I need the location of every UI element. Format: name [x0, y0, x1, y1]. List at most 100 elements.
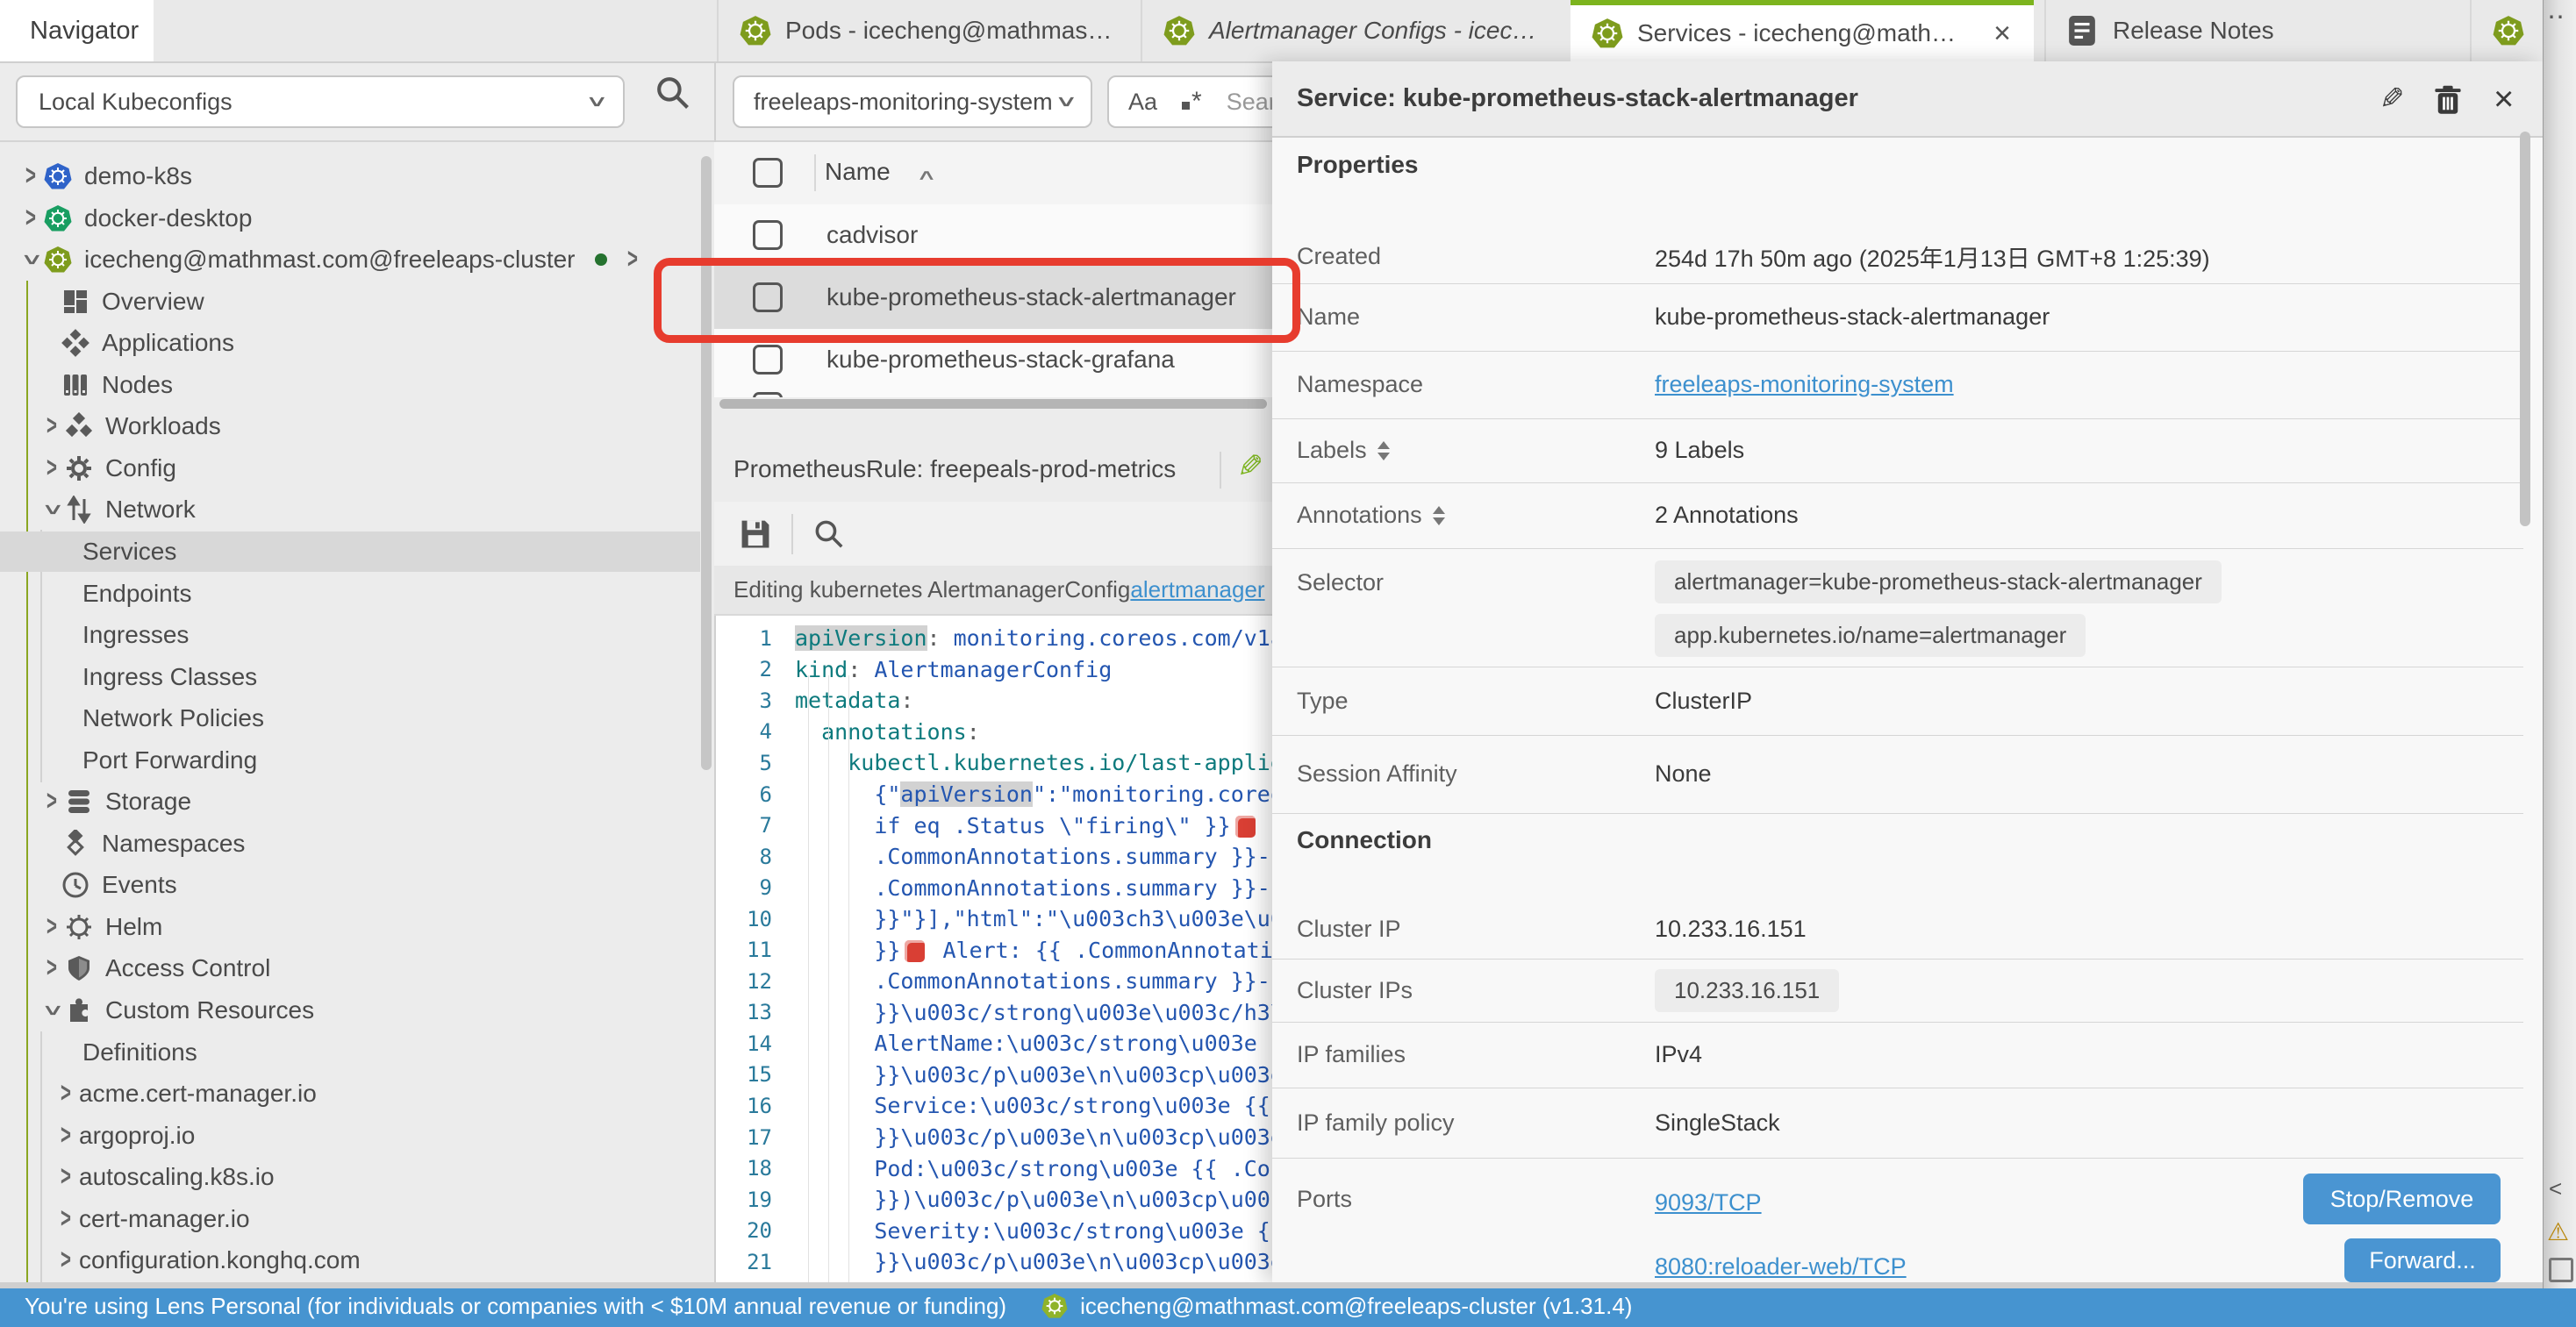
sidebar-item-label: Definitions [82, 1038, 197, 1067]
chevron-right-icon[interactable]: > [40, 910, 63, 944]
sidebar-item-overview[interactable]: Overview [0, 282, 700, 322]
sidebar-item-applications[interactable]: Applications [0, 323, 700, 363]
sidebar-item-services[interactable]: Services [0, 532, 700, 572]
row-label: Labels [1272, 437, 1655, 464]
chevron-down-icon[interactable]: > [35, 499, 68, 522]
table-hscrollbar[interactable] [719, 399, 1267, 409]
close-tab-icon[interactable]: × [1993, 18, 2011, 48]
row-label: Cluster IPs [1272, 977, 1655, 1004]
sidebar-item-cluster-icecheng[interactable]: > icecheng@mathmast.com@freeleaps-cluster… [0, 239, 700, 280]
edit-pencil-icon[interactable]: ✎ [1237, 448, 1263, 485]
row-checkbox[interactable] [753, 220, 783, 250]
sidebar-item-label: Custom Resources [105, 996, 314, 1024]
chevron-right-icon[interactable]: > [40, 952, 63, 986]
sidebar-item-nodes[interactable]: Nodes [0, 365, 700, 405]
sidebar-item-access-control[interactable]: >Access Control [0, 948, 700, 988]
sidebar-item-docker-desktop[interactable]: >docker-desktop [0, 198, 700, 239]
chevron-right-icon[interactable]: > [54, 1202, 77, 1236]
tab-alertmanager-configs[interactable]: Alertmanager Configs - icec… [1141, 0, 1571, 61]
editing-resource-link[interactable]: alertmanager [1130, 576, 1264, 603]
port-link-9093[interactable]: 9093/TCP [1655, 1189, 1907, 1216]
chevron-down-icon[interactable]: > [35, 999, 68, 1022]
tab-services[interactable]: Services - icecheng@math… × [1571, 0, 2034, 61]
save-icon[interactable] [739, 517, 772, 551]
sidebar-item-definitions[interactable]: Definitions [0, 1032, 700, 1073]
sidebar-item-argoproj[interactable]: >argoproj.io [0, 1116, 700, 1156]
tab-release-notes[interactable]: Release Notes [2044, 0, 2470, 61]
sidebar-item-storage[interactable]: > Storage [0, 781, 700, 822]
sidebar-scrollbar[interactable] [701, 156, 712, 770]
row-value: IPv4 [1655, 1041, 1702, 1068]
sidebar-item-namespaces[interactable]: Namespaces [0, 824, 700, 864]
delete-icon[interactable] [2432, 84, 2464, 116]
sidebar-item-cert-manager[interactable]: >cert-manager.io [0, 1199, 700, 1239]
regex-icon[interactable]: * [1182, 87, 1202, 117]
chevron-right-icon[interactable]: > [40, 785, 63, 818]
stop-remove-button[interactable]: Stop/Remove [2303, 1174, 2501, 1224]
sidebar-item-custom-resources[interactable]: > Custom Resources [0, 990, 700, 1031]
connected-status-dot [595, 253, 607, 266]
forward-button[interactable]: Forward... [2344, 1238, 2501, 1282]
chevron-right-icon[interactable]: > [40, 410, 63, 443]
detail-row-selector: Selector alertmanager=kube-prometheus-st… [1272, 548, 2543, 667]
chevron-right-icon[interactable]: > [19, 160, 42, 193]
chevron-right-icon[interactable]: > [54, 1119, 77, 1152]
sort-toggle-icon[interactable] [1377, 441, 1390, 460]
sidebar-item-demo-k8s[interactable]: >demo-k8s [0, 156, 700, 196]
sidebar-item-port-forwarding[interactable]: Port Forwarding [0, 740, 700, 781]
select-all-checkbox[interactable] [753, 158, 783, 188]
row-value: SingleStack [1655, 1109, 1780, 1137]
sidebar-item-label: Nodes [102, 371, 173, 399]
sidebar-item-label: Storage [105, 788, 191, 816]
kubernetes-icon [1592, 18, 1623, 49]
sidebar-item-config[interactable]: >Config [0, 448, 700, 489]
chevron-down-icon: > [579, 96, 612, 107]
edit-icon[interactable]: ✎ [2379, 84, 2405, 114]
chevron-right-icon[interactable]: > [621, 243, 644, 276]
chevron-right-icon[interactable]: > [19, 202, 42, 235]
chevron-right-icon[interactable]: > [54, 1160, 77, 1194]
chevron-right-icon[interactable]: > [40, 452, 63, 485]
row-value: None [1655, 760, 1712, 788]
partial-window-control [2549, 1258, 2573, 1282]
namespace-link[interactable]: freeleaps-monitoring-system [1655, 371, 1954, 398]
status-cluster-text[interactable]: icecheng@mathmast.com@freeleaps-cluster … [1080, 1293, 1632, 1320]
row-checkbox[interactable] [753, 345, 783, 375]
sort-asc-icon[interactable]: > [912, 170, 942, 180]
kubernetes-icon [44, 246, 72, 274]
sidebar-item-network-policies[interactable]: Network Policies [0, 698, 700, 738]
tab-pods[interactable]: Pods - icecheng@mathmas… [717, 0, 1141, 61]
kubeconfig-select[interactable]: Local Kubeconfigs > [16, 75, 625, 128]
sidebar-item-ingress-classes[interactable]: Ingress Classes [0, 657, 700, 697]
chevron-down-icon[interactable]: > [14, 248, 47, 271]
sidebar-item-konghq[interactable]: >configuration.konghq.com [0, 1240, 700, 1281]
sidebar-item-autoscaling-k8s[interactable]: >autoscaling.k8s.io [0, 1157, 700, 1197]
sidebar-item-acme-cert-manager[interactable]: >acme.cert-manager.io [0, 1074, 700, 1114]
sidebar-item-label: icecheng@mathmast.com@freeleaps-cluster [84, 246, 576, 274]
row-label: Name [1272, 303, 1655, 331]
search-icon[interactable] [654, 74, 692, 112]
sidebar-item-workloads[interactable]: >Workloads [0, 406, 700, 446]
sidebar-item-events[interactable]: Events [0, 865, 700, 905]
find-icon[interactable] [812, 517, 846, 551]
sidebar-item-endpoints[interactable]: Endpoints [0, 574, 700, 614]
indent-guide [828, 675, 829, 1282]
port-link-8080[interactable]: 8080:reloader-web/TCP [1655, 1253, 1907, 1281]
chevron-right-icon[interactable]: > [54, 1077, 77, 1110]
sidebar-item-label: configuration.konghq.com [79, 1246, 361, 1274]
namespace-select[interactable]: freeleaps-monitoring-system > [733, 75, 1092, 128]
detail-scrollbar[interactable] [2520, 132, 2530, 526]
sidebar-item-helm[interactable]: >Helm [0, 907, 700, 947]
sort-toggle-icon[interactable] [1433, 506, 1445, 525]
close-icon[interactable]: × [2494, 82, 2514, 117]
toolbar-strip: Local Kubeconfigs > freeleaps-monitoring… [0, 61, 1272, 142]
sidebar-item-network[interactable]: >Network [0, 489, 700, 530]
document-icon [2067, 13, 2097, 48]
match-case-icon[interactable]: Aa [1128, 89, 1157, 116]
workloads-icon [65, 412, 93, 440]
sidebar-item-ingresses[interactable]: Ingresses [0, 615, 700, 655]
chevron-right-icon[interactable]: > [54, 1244, 77, 1277]
tab-partial[interactable] [2470, 0, 2543, 61]
sidebar-item-label: Overview [102, 288, 204, 316]
column-header-name[interactable]: Name [825, 158, 891, 186]
